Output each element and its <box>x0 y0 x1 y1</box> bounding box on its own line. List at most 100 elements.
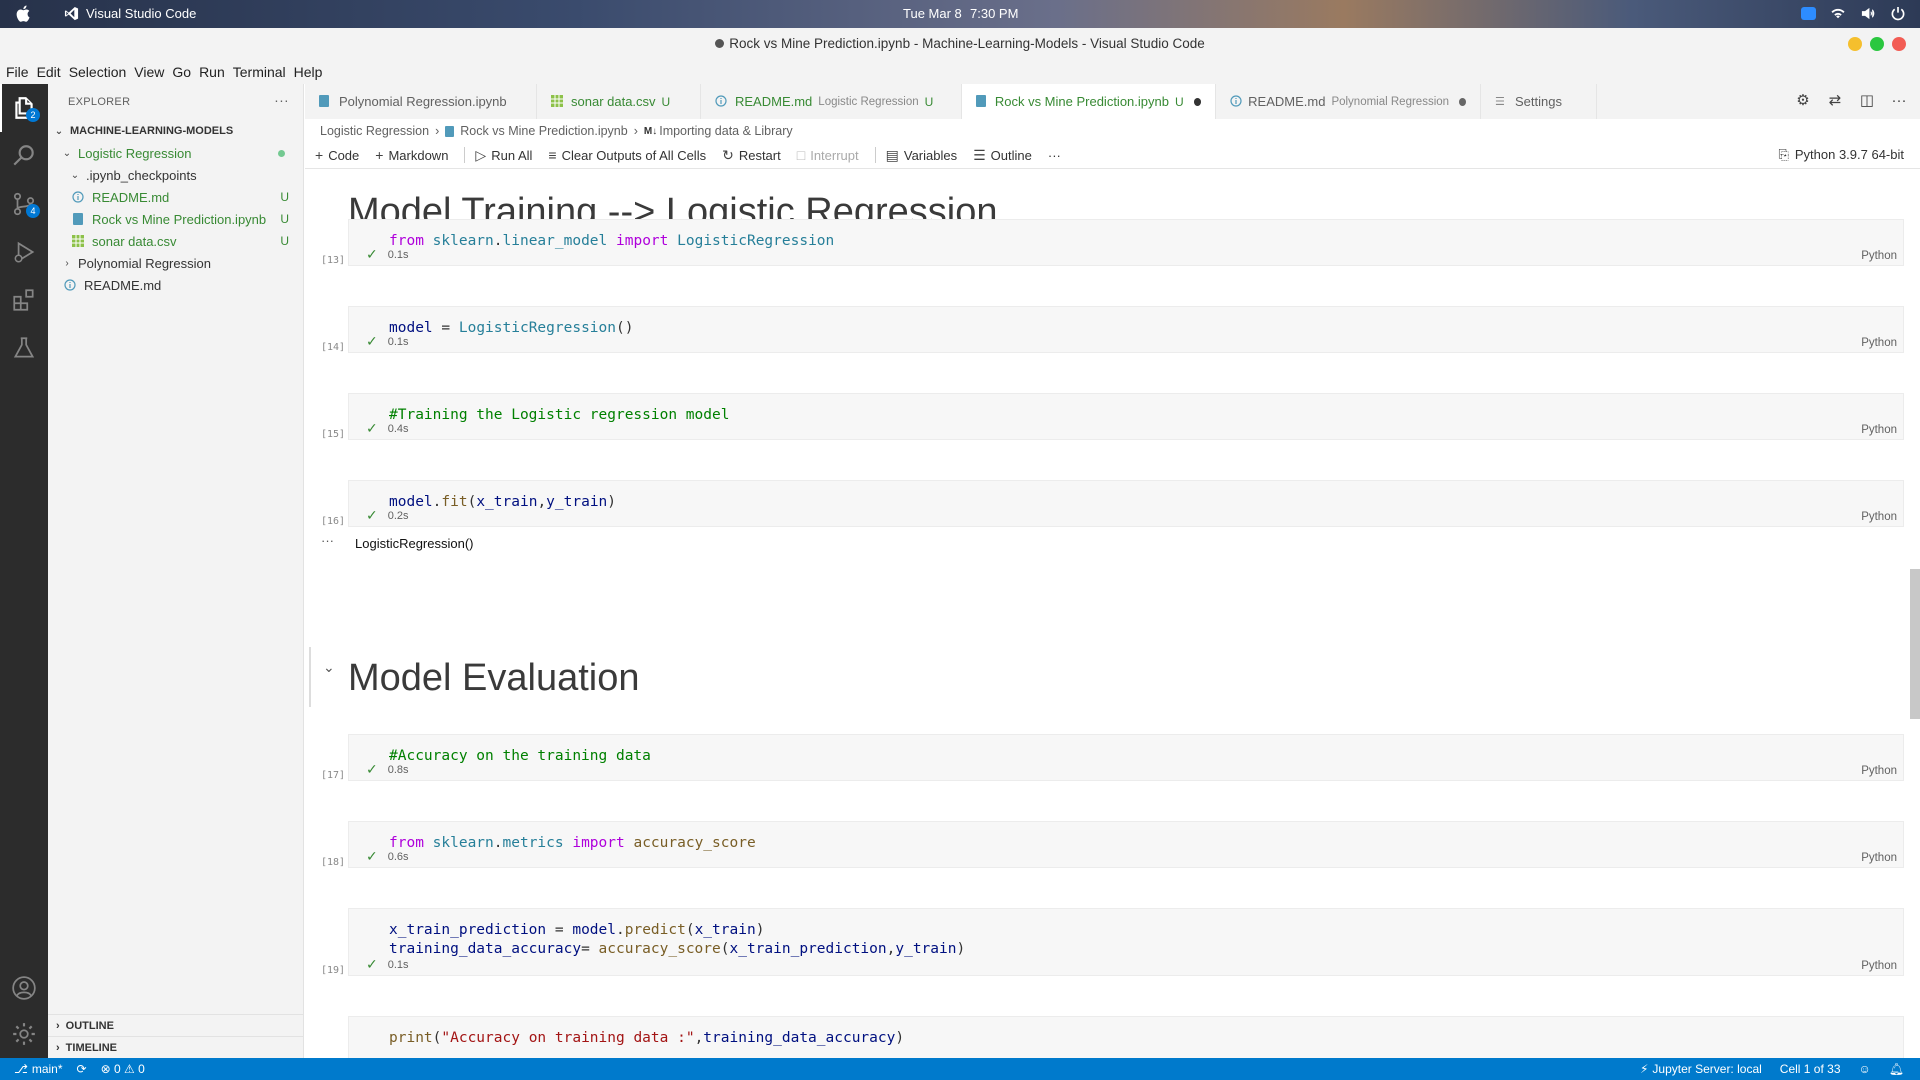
source-control-activity[interactable]: 4 <box>0 180 48 228</box>
tree-file-notebook[interactable]: Rock vs Mine Prediction.ipynb U <box>48 208 303 230</box>
search-activity[interactable] <box>0 132 48 180</box>
run-all-button[interactable]: ▷ Run All <box>475 147 532 164</box>
gear-icon[interactable]: ⚙ <box>1794 92 1812 110</box>
manage-activity[interactable] <box>0 1010 48 1058</box>
outline-button[interactable]: ☰ Outline <box>973 147 1032 164</box>
wifi-icon[interactable] <box>1830 6 1846 21</box>
code-cell-17[interactable]: #Accuracy on the training data ✓ 0.8s Pyt… <box>348 734 1904 781</box>
tab-polynomial-notebook[interactable]: Polynomial Regression.ipynb <box>305 84 537 119</box>
tree-file-root-readme[interactable]: README.md <box>48 274 303 296</box>
tree-file-csv[interactable]: sonar data.csv U <box>48 230 303 252</box>
feedback-icon[interactable]: ☺ <box>1859 1062 1871 1076</box>
zoom-icon[interactable] <box>1801 7 1816 20</box>
cell-code[interactable]: model.fit(x_train,y_train) <box>389 493 616 512</box>
markdown-heading-evaluation[interactable]: Model Evaluation <box>348 657 640 700</box>
menu-go[interactable]: Go <box>172 64 191 80</box>
menu-edit[interactable]: Edit <box>37 64 61 80</box>
cell-language[interactable]: Python <box>1861 960 1897 972</box>
cell-language[interactable]: Python <box>1861 511 1897 523</box>
tree-folder-polynomial[interactable]: › Polynomial Regression <box>48 252 303 274</box>
cell-code[interactable]: #Accuracy on the training data <box>389 747 651 766</box>
kernel-picker[interactable]: ⎘ Python 3.9.7 64-bit <box>1778 147 1904 163</box>
tree-folder-logistic[interactable]: ⌄ Logistic Regression <box>48 142 303 164</box>
run-debug-activity[interactable] <box>0 228 48 276</box>
maximize-button[interactable] <box>1870 37 1884 51</box>
menu-file[interactable]: File <box>6 64 29 80</box>
compare-changes-icon[interactable]: ⇄ <box>1826 92 1844 110</box>
testing-activity[interactable] <box>0 324 48 372</box>
vertical-scrollbar[interactable] <box>1910 569 1920 719</box>
chevron-down-icon[interactable]: ⌄ <box>323 659 335 676</box>
notebook-editor[interactable]: Model Training --> Logistic Regression f… <box>305 168 1920 1058</box>
problems-item[interactable]: ⊗ 0 ⚠ 0 <box>101 1062 145 1076</box>
cell-language[interactable]: Python <box>1861 765 1897 777</box>
branch-item[interactable]: ⎇ main* <box>14 1062 63 1076</box>
cell-language[interactable]: Python <box>1861 852 1897 864</box>
sync-icon[interactable]: ⟳ <box>77 1062 87 1076</box>
app-name[interactable]: Visual Studio Code <box>86 6 196 21</box>
tab-settings[interactable]: ☰ Settings <box>1481 84 1597 119</box>
tree-file-readme[interactable]: README.md U <box>48 186 303 208</box>
minimize-button[interactable] <box>1848 37 1862 51</box>
menu-help[interactable]: Help <box>294 64 323 80</box>
tab-readme-logistic[interactable]: README.md Logistic Regression U <box>701 84 962 119</box>
clear-outputs-button[interactable]: ≡ Clear Outputs of All Cells <box>548 147 706 163</box>
more-toolbar-button[interactable]: ··· <box>1048 148 1061 163</box>
cell-code[interactable]: #Training the Logistic regression model <box>389 406 729 425</box>
add-code-button[interactable]: + Code <box>315 147 359 163</box>
close-button[interactable] <box>1892 37 1906 51</box>
restart-button[interactable]: ↻ Restart <box>722 147 781 164</box>
cell-code[interactable]: x_train_prediction = model.predict(x_tra… <box>389 921 965 959</box>
unsaved-dot-icon[interactable] <box>1459 97 1466 106</box>
code-cell-19[interactable]: x_train_prediction = model.predict(x_tra… <box>348 908 1904 976</box>
tab-rock-mine-notebook[interactable]: Rock vs Mine Prediction.ipynb U <box>962 84 1216 119</box>
cell-code[interactable]: model = LogisticRegression() <box>389 319 633 338</box>
power-icon[interactable] <box>1890 6 1906 21</box>
cell-code[interactable]: print("Accuracy on training data :",trai… <box>389 1029 904 1048</box>
more-actions-icon[interactable]: ··· <box>1890 92 1908 110</box>
output-more-icon[interactable]: ··· <box>321 533 334 548</box>
volume-icon[interactable] <box>1860 6 1876 21</box>
code-cell-14[interactable]: model = LogisticRegression() ✓ 0.1s Pytho… <box>348 306 1904 353</box>
jupyter-server-item[interactable]: ⚡ Jupyter Server: local <box>1640 1062 1762 1076</box>
cell-code[interactable]: from sklearn.linear_model import Logisti… <box>389 232 834 251</box>
outline-section[interactable]: › OUTLINE <box>48 1014 304 1036</box>
more-actions-icon[interactable]: ··· <box>274 92 289 108</box>
interrupt-button[interactable]: □ Interrupt <box>797 147 859 163</box>
chevron-right-icon: › <box>435 124 440 138</box>
cell-language[interactable]: Python <box>1861 337 1897 349</box>
apple-icon[interactable] <box>16 5 30 22</box>
bell-icon[interactable]: 🔔︎ <box>1889 1062 1904 1076</box>
cell-language[interactable]: Python <box>1861 250 1897 262</box>
extensions-activity[interactable] <box>0 276 48 324</box>
cell-language[interactable]: Python <box>1861 424 1897 436</box>
breadcrumb-file[interactable]: Rock vs Mine Prediction.ipynb <box>460 124 627 138</box>
unsaved-dot-icon[interactable] <box>1193 97 1201 106</box>
workspace-root[interactable]: ⌄ MACHINE-LEARNING-MODELS <box>48 120 303 142</box>
code-cell-15[interactable]: #Training the Logistic regression model … <box>348 393 1904 440</box>
menu-run[interactable]: Run <box>199 64 225 80</box>
accounts-activity[interactable] <box>0 964 48 1012</box>
code-cell-16[interactable]: model.fit(x_train,y_train) ✓ 0.2s Python <box>348 480 1904 527</box>
menu-terminal[interactable]: Terminal <box>233 64 286 80</box>
menu-view[interactable]: View <box>134 64 164 80</box>
split-editor-icon[interactable]: ◫ <box>1858 92 1876 110</box>
code-cell-18[interactable]: from sklearn.metrics import accuracy_sco… <box>348 821 1904 868</box>
variables-button[interactable]: ▤ Variables <box>886 147 957 164</box>
code-cell-20[interactable]: print("Accuracy on training data :",trai… <box>348 1016 1904 1058</box>
kernel-icon: ⎘ <box>1778 147 1789 162</box>
breadcrumb-folder[interactable]: Logistic Regression <box>320 124 429 138</box>
add-code-label: Code <box>328 147 360 163</box>
tree-folder-checkpoints[interactable]: ⌄ .ipynb_checkpoints <box>48 164 303 186</box>
explorer-activity[interactable]: 2 <box>0 84 48 132</box>
plus-icon: + <box>375 147 384 163</box>
add-markdown-button[interactable]: + Markdown <box>375 147 448 163</box>
menu-selection[interactable]: Selection <box>69 64 127 80</box>
timeline-section[interactable]: › TIMELINE <box>48 1036 304 1058</box>
breadcrumb-section[interactable]: Importing data & Library <box>659 124 792 138</box>
cell-position[interactable]: Cell 1 of 33 <box>1780 1062 1841 1076</box>
tab-readme-polynomial[interactable]: README.md Polynomial Regression <box>1216 84 1481 119</box>
tab-sonar-csv[interactable]: sonar data.csv U <box>537 84 701 119</box>
code-cell-13[interactable]: from sklearn.linear_model import Logisti… <box>348 219 1904 266</box>
cell-code[interactable]: from sklearn.metrics import accuracy_sco… <box>389 834 756 853</box>
